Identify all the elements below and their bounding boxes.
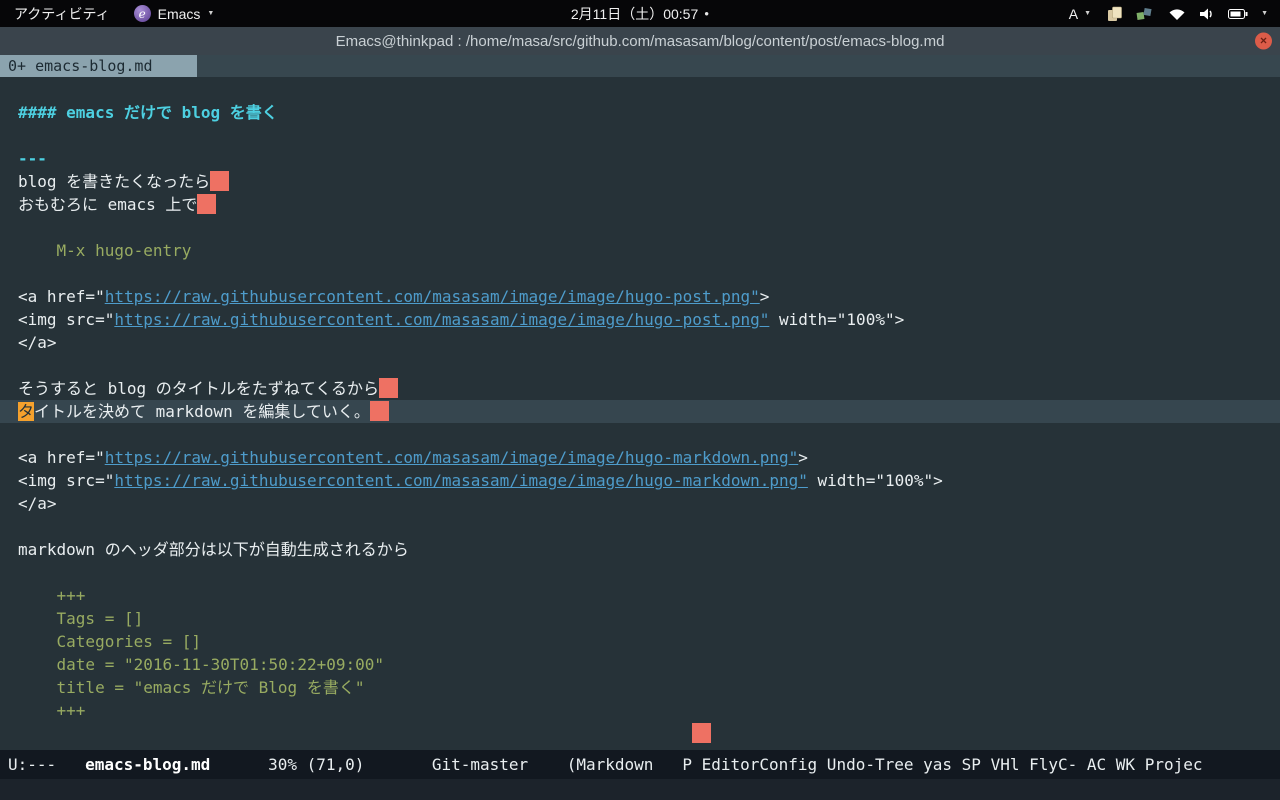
- app-menu[interactable]: e Emacs ▼: [133, 5, 215, 22]
- text-segment: width="100%">: [769, 310, 905, 329]
- text-segment: <a href=": [18, 448, 105, 467]
- chevron-down-icon: ▼: [1084, 10, 1092, 17]
- url-link[interactable]: https://raw.githubusercontent.com/masasa…: [105, 448, 799, 467]
- buffer-line[interactable]: <a href="https://raw.githubusercontent.c…: [18, 285, 1280, 308]
- buffer-line[interactable]: <img src="https://raw.githubusercontent.…: [18, 308, 1280, 331]
- code-block-text: Tags = []: [18, 609, 144, 628]
- clock-label: 2月11日（土）00:57: [570, 5, 699, 22]
- buffer-line[interactable]: <img src="https://raw.githubusercontent.…: [18, 469, 1280, 492]
- activities-button[interactable]: アクティビティ: [10, 4, 114, 24]
- text-segment: >: [798, 448, 808, 467]
- buffer-line[interactable]: おもむろに emacs 上で: [18, 193, 1280, 216]
- buffer-line[interactable]: [18, 423, 1280, 446]
- buffer-line[interactable]: title = "emacs だけで Blog を書く": [18, 676, 1280, 699]
- trailing-whitespace-marker: [210, 171, 230, 191]
- text-segment: そうすると blog のタイトルをたずねてくるから: [18, 379, 379, 398]
- trailing-whitespace-marker: [197, 194, 217, 214]
- code-block-text: date = "2016-11-30T01:50:22+09:00": [18, 655, 385, 674]
- trailing-whitespace-marker: [692, 723, 712, 743]
- panel-left: アクティビティ e Emacs ▼: [0, 4, 214, 24]
- files-tray-icon[interactable]: [1107, 6, 1123, 22]
- mode-line-buffer-name: emacs-blog.md: [85, 755, 211, 774]
- panel-right: A ▼ ▼: [1069, 6, 1280, 22]
- text-segment: blog を書きたくなったら: [18, 172, 211, 191]
- buffer-line[interactable]: +++: [18, 584, 1280, 607]
- buffer-line[interactable]: <a href="https://raw.githubusercontent.c…: [18, 446, 1280, 469]
- text-segment: markdown のヘッダ部分は以下が自動生成されるから: [18, 540, 409, 559]
- buffer-line[interactable]: </a>: [18, 331, 1280, 354]
- code-block-text: +++: [18, 586, 86, 605]
- tray-icons: [1107, 6, 1152, 22]
- text-cursor: タ: [18, 402, 35, 421]
- buffer-line[interactable]: ---: [18, 147, 1280, 170]
- editor-buffer[interactable]: #### emacs だけで blog を書く --- blog を書きたくなった…: [0, 77, 1280, 750]
- buffer-line[interactable]: blog を書きたくなったら: [18, 170, 1280, 193]
- buffer-line[interactable]: U:--- emacs-blog.md 30% (71,0) Git-maste…: [0, 750, 1280, 779]
- text-segment: <a href=": [18, 287, 105, 306]
- text-segment: width="100%">: [807, 471, 943, 490]
- text-segment: </a>: [18, 494, 57, 513]
- text-segment: P EditorConfig Undo-Tree yas SP VHl FlyC…: [682, 755, 1203, 774]
- buffer-line[interactable]: Categories = []: [18, 630, 1280, 653]
- buffer-line[interactable]: そうすると blog のタイトルをたずねてくるから: [18, 377, 1280, 400]
- buffer-line[interactable]: #### emacs だけで blog を書く: [18, 101, 1280, 124]
- mode-line[interactable]: U:--- emacs-blog.md 30% (71,0) Git-maste…: [0, 750, 1280, 779]
- buffer-line[interactable]: markdown のヘッダ部分は以下が自動生成されるから: [18, 538, 1280, 561]
- buffer-line[interactable]: [18, 561, 1280, 584]
- markdown-heading-text: #### emacs だけで blog を書く: [18, 103, 278, 122]
- battery-icon: [1228, 8, 1248, 20]
- url-link[interactable]: https://raw.githubusercontent.com/masasa…: [105, 287, 760, 306]
- text-segment: U:---: [8, 755, 86, 774]
- buffer-line[interactable]: </a>: [18, 492, 1280, 515]
- top-panel: アクティビティ e Emacs ▼ 2月11日（土）00:57 ● A ▼ ▼: [0, 0, 1280, 27]
- code-block-text: title = "emacs だけで Blog を書く": [18, 678, 365, 697]
- buffer-line[interactable]: +++: [18, 699, 1280, 722]
- buffer-line[interactable]: [18, 124, 1280, 147]
- extension-tray-icon[interactable]: [1136, 6, 1152, 22]
- buffer-line[interactable]: [18, 515, 1280, 538]
- buffer-line[interactable]: date = "2016-11-30T01:50:22+09:00": [18, 653, 1280, 676]
- text-segment: </a>: [18, 333, 57, 352]
- tab-emacs-blog-md[interactable]: 0+ emacs-blog.md: [0, 55, 197, 77]
- text-segment: 30% (71,0) Git-master (Markdown: [210, 755, 683, 774]
- text-segment: [18, 724, 692, 743]
- window-title: Emacs@thinkpad : /home/masa/src/github.c…: [335, 32, 945, 50]
- text-segment: おもむろに emacs 上で: [18, 195, 198, 214]
- notification-dot-icon: ●: [704, 9, 710, 18]
- text-segment: >: [759, 287, 770, 306]
- text-segment: <img src=": [18, 310, 115, 329]
- chevron-down-icon: ▼: [1261, 10, 1268, 17]
- system-status-area[interactable]: ▼: [1168, 7, 1268, 21]
- url-link[interactable]: https://raw.githubusercontent.com/masasa…: [114, 471, 808, 490]
- tab-bar: 0+ emacs-blog.md: [0, 55, 1280, 77]
- window-title-bar[interactable]: Emacs@thinkpad : /home/masa/src/github.c…: [0, 27, 1280, 55]
- buffer-line[interactable]: [18, 262, 1280, 285]
- text-segment: <img src=": [18, 471, 115, 490]
- input-method-button[interactable]: A ▼: [1069, 6, 1091, 22]
- text-segment: イトルを決めて markdown を編集していく。: [34, 402, 370, 421]
- clock-button[interactable]: 2月11日（土）00:57 ●: [571, 4, 709, 24]
- code-block-text: M-x hugo-entry: [18, 241, 192, 260]
- trailing-whitespace-marker: [369, 401, 389, 421]
- buffer-line[interactable]: Tags = []: [18, 607, 1280, 630]
- input-method-label: A: [1068, 5, 1079, 22]
- app-menu-label: Emacs: [157, 5, 201, 22]
- markdown-heading-text: ---: [18, 149, 47, 168]
- volume-icon: [1199, 7, 1215, 21]
- url-link[interactable]: https://raw.githubusercontent.com/masasa…: [114, 310, 769, 329]
- buffer-line[interactable]: [18, 722, 1280, 745]
- wifi-icon: [1168, 7, 1186, 21]
- trailing-whitespace-marker: [379, 378, 398, 398]
- buffer-line[interactable]: [18, 216, 1280, 239]
- buffer-line[interactable]: M-x hugo-entry: [18, 239, 1280, 262]
- emacs-icon: e: [133, 5, 151, 22]
- code-block-text: +++: [18, 701, 86, 720]
- chevron-down-icon: ▼: [207, 10, 215, 17]
- close-icon[interactable]: ×: [1255, 32, 1272, 50]
- current-line[interactable]: タイトルを決めて markdown を編集していく。: [0, 400, 1280, 423]
- echo-area[interactable]: [0, 779, 1280, 800]
- code-block-text: Categories = []: [18, 632, 202, 651]
- buffer-line[interactable]: [18, 354, 1280, 377]
